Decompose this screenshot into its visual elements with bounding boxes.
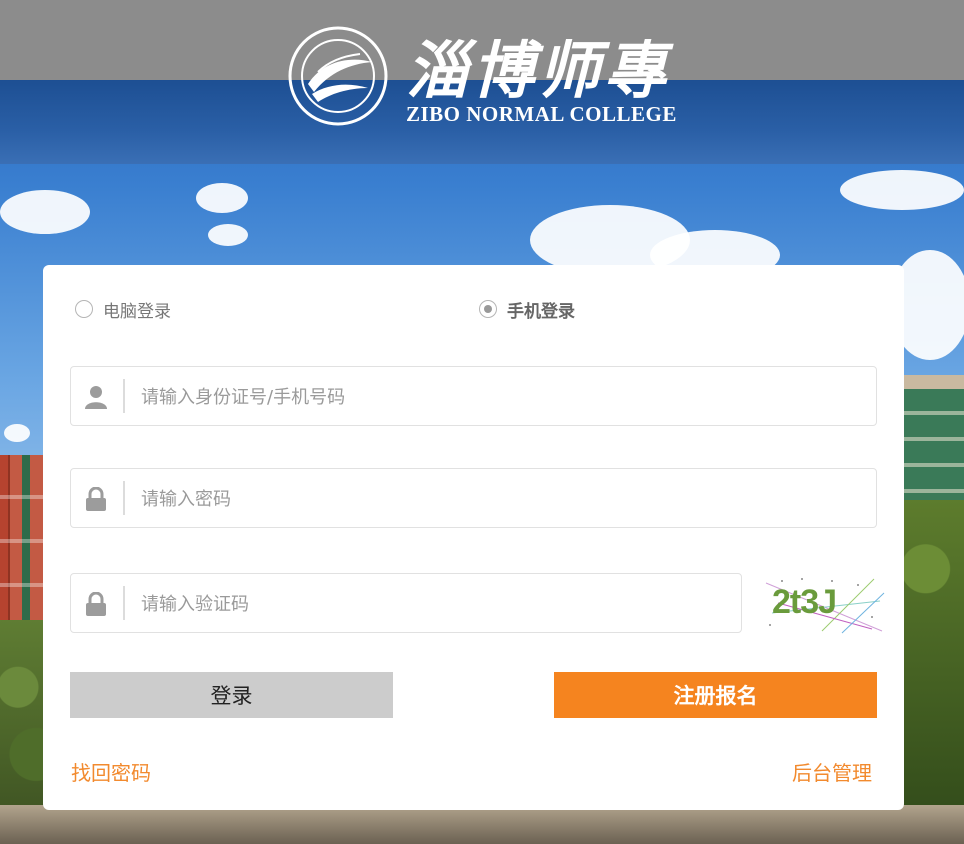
lock-icon xyxy=(86,592,106,616)
lock-icon xyxy=(86,487,106,511)
cloud xyxy=(840,170,964,210)
field-separator xyxy=(123,481,125,515)
cloud xyxy=(4,424,30,442)
id-field xyxy=(70,366,877,426)
logo-english-text: ZIBO NORMAL COLLEGE xyxy=(406,102,677,126)
captcha-text: 2t3J xyxy=(772,583,837,621)
captcha-field xyxy=(70,573,742,633)
password-field xyxy=(70,468,877,528)
radio-circle-unchecked[interactable] xyxy=(75,300,93,318)
forgot-password-link[interactable]: 找回密码 xyxy=(71,757,151,786)
cloud xyxy=(0,190,90,234)
college-emblem-icon xyxy=(288,26,388,126)
password-input[interactable] xyxy=(139,481,863,517)
login-button[interactable]: 登录 xyxy=(70,672,393,718)
radio-circle-checked[interactable] xyxy=(479,300,497,318)
captcha-image[interactable]: 2t3J xyxy=(762,573,886,637)
admin-link[interactable]: 后台管理 xyxy=(792,757,872,786)
id-input[interactable] xyxy=(139,379,863,415)
captcha-input[interactable] xyxy=(139,586,723,622)
radio-mobile-login-label: 手机登录 xyxy=(507,301,575,322)
cloud xyxy=(196,183,248,213)
user-icon xyxy=(85,386,107,409)
bottom-wall xyxy=(0,805,964,844)
field-separator xyxy=(123,586,125,620)
field-separator xyxy=(123,379,125,413)
radio-mobile-login[interactable]: 手机登录 xyxy=(479,296,575,322)
radio-pc-login-label: 电脑登录 xyxy=(103,301,171,322)
register-button[interactable]: 注册报名 xyxy=(554,672,877,718)
cloud xyxy=(208,224,248,246)
logo-chinese-text: 淄博师專 xyxy=(406,34,671,107)
login-card xyxy=(43,265,904,810)
college-logo: 淄博师專 ZIBO NORMAL COLLEGE xyxy=(288,26,680,130)
radio-pc-login[interactable]: 电脑登录 xyxy=(75,296,171,322)
trees-right xyxy=(900,500,964,844)
